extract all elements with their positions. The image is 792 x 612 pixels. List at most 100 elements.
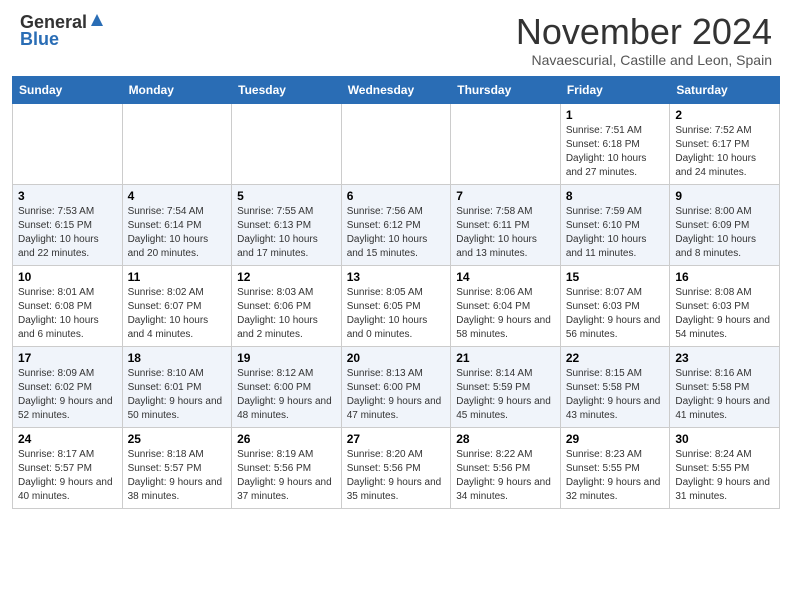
day-info: Sunrise: 8:09 AM Sunset: 6:02 PM Dayligh… — [18, 367, 117, 423]
day-number: 13 — [347, 270, 446, 284]
day-info: Sunrise: 8:16 AM Sunset: 5:58 PM Dayligh… — [675, 367, 774, 423]
logo-triangle-icon — [89, 12, 105, 33]
day-info: Sunrise: 8:20 AM Sunset: 5:56 PM Dayligh… — [347, 448, 446, 504]
day-info: Sunrise: 7:55 AM Sunset: 6:13 PM Dayligh… — [237, 205, 336, 261]
day-number: 8 — [566, 189, 665, 203]
day-info: Sunrise: 8:22 AM Sunset: 5:56 PM Dayligh… — [456, 448, 555, 504]
calendar-cell: 18Sunrise: 8:10 AM Sunset: 6:01 PM Dayli… — [122, 346, 232, 427]
calendar-cell: 23 Sunrise: 8:16 AM Sunset: 5:58 PM Dayli… — [670, 346, 780, 427]
logo-blue: Blue — [20, 29, 59, 50]
day-number: 22 — [566, 351, 665, 365]
calendar-cell — [232, 103, 342, 184]
calendar-cell: 22 Sunrise: 8:15 AM Sunset: 5:58 PM Dayli… — [560, 346, 670, 427]
day-number: 26 — [237, 432, 336, 446]
calendar-cell: 24 Sunrise: 8:17 AM Sunset: 5:57 PM Dayli… — [13, 427, 123, 508]
day-number: 15 — [566, 270, 665, 284]
day-number: 23 — [675, 351, 774, 365]
day-info: Sunrise: 8:12 AM Sunset: 6:00 PM Dayligh… — [237, 367, 336, 423]
col-thursday: Thursday — [451, 76, 561, 103]
calendar-cell — [122, 103, 232, 184]
calendar-cell — [451, 103, 561, 184]
col-friday: Friday — [560, 76, 670, 103]
day-number: 2 — [675, 108, 774, 122]
calendar-cell: 15 Sunrise: 8:07 AM Sunset: 6:03 PM Dayli… — [560, 265, 670, 346]
col-saturday: Saturday — [670, 76, 780, 103]
day-number: 5 — [237, 189, 336, 203]
day-info: Sunrise: 8:03 AM Sunset: 6:06 PM Dayligh… — [237, 286, 336, 342]
calendar-cell: 13 Sunrise: 8:05 AM Sunset: 6:05 PM Dayli… — [341, 265, 451, 346]
col-monday: Monday — [122, 76, 232, 103]
day-info: Sunrise: 8:05 AM Sunset: 6:05 PM Dayligh… — [347, 286, 446, 342]
calendar-body: 1Sunrise: 7:51 AM Sunset: 6:18 PM Daylig… — [13, 103, 780, 508]
calendar-cell: 30Sunrise: 8:24 AM Sunset: 5:55 PM Dayli… — [670, 427, 780, 508]
day-info: Sunrise: 8:17 AM Sunset: 5:57 PM Dayligh… — [18, 448, 117, 504]
day-number: 14 — [456, 270, 555, 284]
day-number: 4 — [128, 189, 227, 203]
calendar-cell: 3 Sunrise: 7:53 AM Sunset: 6:15 PM Daylig… — [13, 184, 123, 265]
month-title: November 2024 — [516, 12, 772, 52]
day-number: 17 — [18, 351, 117, 365]
calendar-cell: 26 Sunrise: 8:19 AM Sunset: 5:56 PM Dayli… — [232, 427, 342, 508]
day-info: Sunrise: 8:23 AM Sunset: 5:55 PM Dayligh… — [566, 448, 665, 504]
day-info: Sunrise: 7:53 AM Sunset: 6:15 PM Dayligh… — [18, 205, 117, 261]
day-number: 28 — [456, 432, 555, 446]
calendar-cell: 2 Sunrise: 7:52 AM Sunset: 6:17 PM Daylig… — [670, 103, 780, 184]
day-number: 29 — [566, 432, 665, 446]
calendar-cell: 7Sunrise: 7:58 AM Sunset: 6:11 PM Daylig… — [451, 184, 561, 265]
calendar-cell: 16 Sunrise: 8:08 AM Sunset: 6:03 PM Dayli… — [670, 265, 780, 346]
calendar-cell — [341, 103, 451, 184]
day-info: Sunrise: 8:07 AM Sunset: 6:03 PM Dayligh… — [566, 286, 665, 342]
calendar-wrapper: Sunday Monday Tuesday Wednesday Thursday… — [0, 72, 792, 521]
day-info: Sunrise: 8:08 AM Sunset: 6:03 PM Dayligh… — [675, 286, 774, 342]
day-number: 11 — [128, 270, 227, 284]
title-block: November 2024 Navaescurial, Castille and… — [516, 12, 772, 68]
calendar-cell: 5 Sunrise: 7:55 AM Sunset: 6:13 PM Daylig… — [232, 184, 342, 265]
day-info: Sunrise: 8:02 AM Sunset: 6:07 PM Dayligh… — [128, 286, 227, 342]
calendar-cell: 25Sunrise: 8:18 AM Sunset: 5:57 PM Dayli… — [122, 427, 232, 508]
calendar-cell: 12 Sunrise: 8:03 AM Sunset: 6:06 PM Dayli… — [232, 265, 342, 346]
calendar-cell: 6 Sunrise: 7:56 AM Sunset: 6:12 PM Daylig… — [341, 184, 451, 265]
col-wednesday: Wednesday — [341, 76, 451, 103]
day-info: Sunrise: 8:06 AM Sunset: 6:04 PM Dayligh… — [456, 286, 555, 342]
day-number: 16 — [675, 270, 774, 284]
day-info: Sunrise: 8:13 AM Sunset: 6:00 PM Dayligh… — [347, 367, 446, 423]
calendar-cell: 20 Sunrise: 8:13 AM Sunset: 6:00 PM Dayli… — [341, 346, 451, 427]
day-info: Sunrise: 8:14 AM Sunset: 5:59 PM Dayligh… — [456, 367, 555, 423]
day-info: Sunrise: 8:18 AM Sunset: 5:57 PM Dayligh… — [128, 448, 227, 504]
day-number: 18 — [128, 351, 227, 365]
calendar-header-row: Sunday Monday Tuesday Wednesday Thursday… — [13, 76, 780, 103]
day-number: 21 — [456, 351, 555, 365]
day-info: Sunrise: 8:01 AM Sunset: 6:08 PM Dayligh… — [18, 286, 117, 342]
day-number: 7 — [456, 189, 555, 203]
day-info: Sunrise: 8:15 AM Sunset: 5:58 PM Dayligh… — [566, 367, 665, 423]
col-tuesday: Tuesday — [232, 76, 342, 103]
day-info: Sunrise: 7:59 AM Sunset: 6:10 PM Dayligh… — [566, 205, 665, 261]
calendar-week-row: 1Sunrise: 7:51 AM Sunset: 6:18 PM Daylig… — [13, 103, 780, 184]
day-info: Sunrise: 7:51 AM Sunset: 6:18 PM Dayligh… — [566, 124, 665, 180]
calendar-cell: 21 Sunrise: 8:14 AM Sunset: 5:59 PM Dayli… — [451, 346, 561, 427]
day-info: Sunrise: 7:52 AM Sunset: 6:17 PM Dayligh… — [675, 124, 774, 180]
page-header: General Blue November 2024 Navaescurial,… — [0, 0, 792, 72]
calendar-week-row: 3 Sunrise: 7:53 AM Sunset: 6:15 PM Daylig… — [13, 184, 780, 265]
location-subtitle: Navaescurial, Castille and Leon, Spain — [516, 52, 772, 68]
calendar-cell: 4Sunrise: 7:54 AM Sunset: 6:14 PM Daylig… — [122, 184, 232, 265]
calendar-cell: 9Sunrise: 8:00 AM Sunset: 6:09 PM Daylig… — [670, 184, 780, 265]
calendar-cell: 1Sunrise: 7:51 AM Sunset: 6:18 PM Daylig… — [560, 103, 670, 184]
calendar-week-row: 10 Sunrise: 8:01 AM Sunset: 6:08 PM Dayli… — [13, 265, 780, 346]
day-number: 6 — [347, 189, 446, 203]
day-number: 3 — [18, 189, 117, 203]
calendar-cell: 28 Sunrise: 8:22 AM Sunset: 5:56 PM Dayli… — [451, 427, 561, 508]
day-number: 24 — [18, 432, 117, 446]
calendar-table: Sunday Monday Tuesday Wednesday Thursday… — [12, 76, 780, 509]
day-number: 12 — [237, 270, 336, 284]
calendar-week-row: 24 Sunrise: 8:17 AM Sunset: 5:57 PM Dayli… — [13, 427, 780, 508]
day-number: 20 — [347, 351, 446, 365]
day-number: 30 — [675, 432, 774, 446]
day-info: Sunrise: 8:19 AM Sunset: 5:56 PM Dayligh… — [237, 448, 336, 504]
day-info: Sunrise: 7:56 AM Sunset: 6:12 PM Dayligh… — [347, 205, 446, 261]
day-number: 10 — [18, 270, 117, 284]
calendar-cell: 11 Sunrise: 8:02 AM Sunset: 6:07 PM Dayli… — [122, 265, 232, 346]
calendar-cell: 29 Sunrise: 8:23 AM Sunset: 5:55 PM Dayli… — [560, 427, 670, 508]
calendar-cell: 8 Sunrise: 7:59 AM Sunset: 6:10 PM Daylig… — [560, 184, 670, 265]
col-sunday: Sunday — [13, 76, 123, 103]
